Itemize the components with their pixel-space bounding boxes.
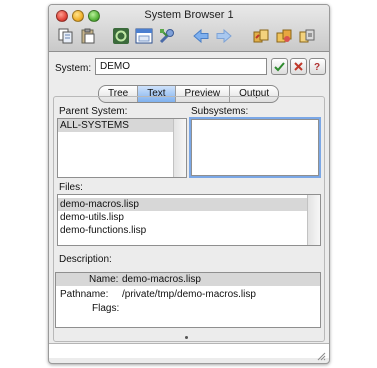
system-label: System: xyxy=(55,63,92,74)
window-icon[interactable] xyxy=(135,27,153,45)
status-bar xyxy=(49,343,329,358)
help-icon: ? xyxy=(314,62,320,73)
package-icon[interactable] xyxy=(298,27,316,45)
subsystems-label: Subsystems: xyxy=(191,106,249,117)
help-button[interactable]: ? xyxy=(309,58,326,75)
accept-button[interactable] xyxy=(271,58,288,75)
description-box: Name: demo-macros.lisp Pathname: /privat… xyxy=(55,272,321,328)
refresh-icon[interactable] xyxy=(112,27,130,45)
tools-icon[interactable] xyxy=(158,27,176,45)
cancel-button[interactable] xyxy=(290,58,307,75)
files-list[interactable]: demo-macros.lisp demo-utils.lisp demo-fu… xyxy=(57,194,321,246)
pathname-label: Pathname: xyxy=(60,289,109,300)
list-item[interactable]: ALL-SYSTEMS xyxy=(58,119,186,132)
x-icon xyxy=(294,62,303,71)
window-title: System Browser 1 xyxy=(144,9,234,21)
back-arrow-icon[interactable] xyxy=(192,27,210,45)
pathname-value: /private/tmp/demo-macros.lisp xyxy=(122,289,256,300)
name-label: Name: xyxy=(89,274,119,285)
title-bar: System Browser 1 xyxy=(49,5,329,52)
resize-grip-icon[interactable] xyxy=(316,351,326,361)
flags-label: Flags: xyxy=(92,303,120,314)
system-field[interactable] xyxy=(95,58,267,75)
parent-system-list[interactable]: ALL-SYSTEMS xyxy=(57,118,187,178)
subsystems-list[interactable] xyxy=(191,119,319,176)
parent-system-label: Parent System: xyxy=(59,106,128,117)
description-label: Description: xyxy=(59,254,112,265)
forward-arrow-icon[interactable] xyxy=(215,27,233,45)
files-label: Files: xyxy=(59,182,83,193)
name-value: demo-macros.lisp xyxy=(122,274,201,285)
svg-text:?: ? xyxy=(314,62,320,73)
load-icon[interactable] xyxy=(275,27,293,45)
list-item[interactable]: demo-utils.lisp xyxy=(58,211,320,224)
copy-doc-icon[interactable] xyxy=(57,27,75,45)
system-browser-window: System Browser 1 System: DEMO ? Tree Tex… xyxy=(48,4,330,364)
list-item[interactable]: demo-macros.lisp xyxy=(58,198,320,211)
list-item[interactable]: demo-functions.lisp xyxy=(58,224,320,237)
splitter-handle[interactable] xyxy=(185,336,188,339)
files-scrollbar[interactable] xyxy=(307,195,320,245)
paste-doc-icon[interactable] xyxy=(79,27,97,45)
parent-system-scrollbar[interactable] xyxy=(173,119,186,177)
check-icon xyxy=(274,62,285,72)
compile-icon[interactable] xyxy=(252,27,270,45)
